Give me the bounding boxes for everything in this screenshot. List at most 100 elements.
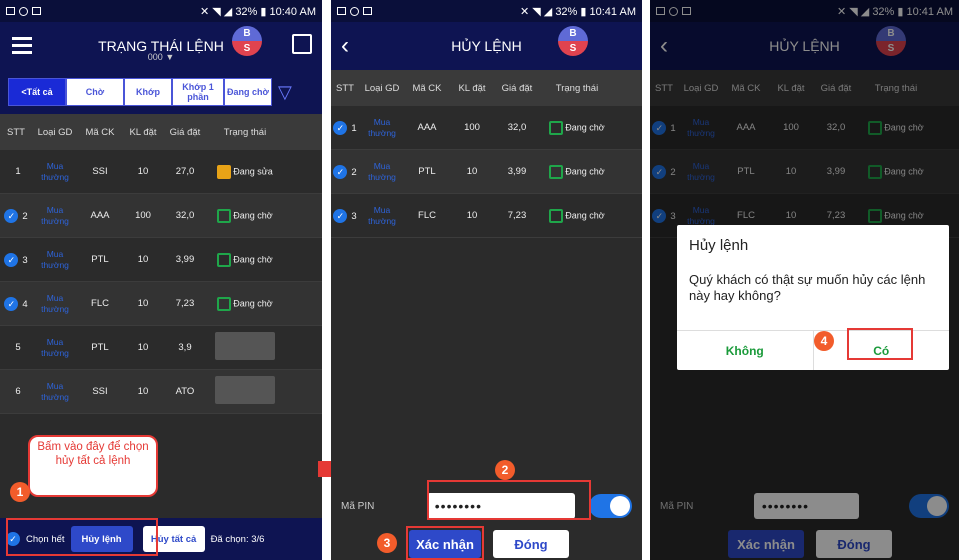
no-button[interactable]: Không xyxy=(677,331,814,370)
row-stt-cell: ✓ 2 xyxy=(0,208,32,223)
filter-icon[interactable]: ▽ xyxy=(278,82,292,103)
app-bar: TRẠNG THÁI LỆNH 000 ▼ BS xyxy=(0,22,322,70)
row-code: FLC xyxy=(418,210,436,221)
row-qty: 10 xyxy=(137,342,149,353)
order-list: 1 Mua thường SSI 10 27,0 Đang sửa ✓ 2 Mua thường… xyxy=(0,150,322,414)
row-qty-cell: 100 xyxy=(122,210,164,221)
col-code: Mã CK xyxy=(85,126,115,138)
row-type-cell: Mua thường xyxy=(32,161,78,183)
row-price: 32,0 xyxy=(507,122,527,133)
table-row[interactable]: 1 Mua thường SSI 10 27,0 Đang sửa xyxy=(0,150,322,194)
row-type: Mua thường xyxy=(41,248,69,270)
status-text: Đang chờ xyxy=(565,210,605,221)
col-type: Loại GD xyxy=(37,126,73,138)
row-qty-cell: 10 xyxy=(122,254,164,265)
tab-matched[interactable]: Khớp xyxy=(124,78,172,106)
hourglass-icon xyxy=(549,164,564,179)
table-row[interactable]: ✓ 1 Mua thường AAA 100 32,0 Đang chờ xyxy=(331,106,642,150)
table-row[interactable]: ✓ 3 Mua thường FLC 10 7,23 Đang chờ xyxy=(331,194,642,238)
row-code-cell: FLC xyxy=(78,298,122,309)
row-price-cell: 32,0 xyxy=(495,122,539,133)
row-price-cell: 7,23 xyxy=(495,210,539,221)
row-type-cell: Mua thường xyxy=(32,337,78,359)
account-selector[interactable]: 000 ▼ xyxy=(0,52,322,62)
table-row[interactable]: ✓ 2 Mua thường PTL 10 3,99 Đang chờ xyxy=(331,150,642,194)
row-checkbox[interactable]: ✓ xyxy=(333,120,348,135)
row-qty: 10 xyxy=(466,210,478,221)
row-price-cell: 3,99 xyxy=(495,166,539,177)
row-code: AAA xyxy=(90,210,110,221)
row-index: 5 xyxy=(15,342,21,353)
buy-sell-avatar[interactable]: BS xyxy=(558,26,588,56)
pin-label: Mã PIN xyxy=(341,500,375,512)
row-checkbox[interactable]: ✓ xyxy=(4,208,19,223)
row-price-cell: 27,0 xyxy=(164,166,206,177)
back-icon[interactable]: ‹ xyxy=(341,32,349,60)
hint-callout: Bấm vào đây để chọn hủy tất cả lệnh xyxy=(28,435,158,497)
table-row[interactable]: 5 Mua thường PTL 10 3,9 xyxy=(0,326,322,370)
hourglass-icon xyxy=(549,208,564,223)
tab-partial[interactable]: Khớp 1 phần xyxy=(172,78,224,106)
row-code: PTL xyxy=(91,342,109,353)
account-number: 000 xyxy=(147,52,163,62)
tab-pending[interactable]: Chờ xyxy=(66,78,124,106)
col-type: Loại GD xyxy=(364,82,400,94)
col-price: Giá đặt xyxy=(169,126,201,138)
row-type: Mua thường xyxy=(368,204,396,226)
step-1-badge: 1 xyxy=(10,482,30,502)
buy-sell-avatar[interactable]: BS xyxy=(232,26,262,56)
screen-cancel-confirm: ✕ ◥ ◢ 32% ▮ 10:41 AM ‹ HỦY LỆNH BS STT L… xyxy=(650,0,959,560)
row-qty: 100 xyxy=(464,122,480,133)
row-qty-cell: 10 xyxy=(122,386,164,397)
close-button[interactable]: Đóng xyxy=(493,530,569,558)
clock: 10:40 AM xyxy=(269,5,316,18)
table-row[interactable]: ✓ 2 Mua thường AAA 100 32,0 Đang chờ xyxy=(0,194,322,238)
status-text: Đang chờ xyxy=(233,298,273,309)
row-stt-cell: 6 xyxy=(0,386,32,397)
blurred-status xyxy=(215,332,275,360)
row-type-cell: Mua thường xyxy=(359,161,405,183)
row-code: SSI xyxy=(92,386,108,397)
table-row[interactable]: 6 Mua thường SSI 10 ATO xyxy=(0,370,322,414)
highlight-box xyxy=(6,518,158,556)
row-checkbox[interactable]: ✓ xyxy=(4,296,19,311)
table-row[interactable]: ✓ 4 Mua thường FLC 10 7,23 Đang chờ xyxy=(0,282,322,326)
row-qty-cell: 100 xyxy=(449,122,495,133)
hourglass-icon xyxy=(217,296,232,311)
row-status-cell: Đang chờ xyxy=(539,208,615,223)
share-icon[interactable] xyxy=(292,34,312,54)
row-index: 1 xyxy=(351,122,357,134)
blurred-status xyxy=(215,376,275,404)
row-price-cell: 32,0 xyxy=(164,210,206,221)
row-checkbox[interactable]: ✓ xyxy=(333,208,348,223)
row-code-cell: AAA xyxy=(405,122,449,133)
row-qty-cell: 10 xyxy=(449,210,495,221)
row-qty: 10 xyxy=(137,166,149,177)
row-type-cell: Mua thường xyxy=(32,205,78,227)
row-status-cell xyxy=(206,376,284,407)
sell-label: S xyxy=(558,41,588,56)
row-type: Mua thường xyxy=(41,336,69,358)
table-header: STT Loại GD Mã CK KL đặt Giá đặt Trạng t… xyxy=(331,70,642,106)
row-checkbox[interactable]: ✓ xyxy=(4,252,19,267)
app-bar: ‹ HỦY LỆNH BS xyxy=(331,22,642,70)
save-pin-toggle[interactable] xyxy=(589,494,632,518)
highlight-box xyxy=(847,328,913,360)
tab-all[interactable]: <Tất cả xyxy=(8,78,66,106)
row-price: 27,0 xyxy=(175,166,195,177)
row-code-cell: SSI xyxy=(78,386,122,397)
status-text: Đang chờ xyxy=(565,122,605,133)
tab-waiting[interactable]: Đang chờ xyxy=(224,78,272,106)
table-row[interactable]: ✓ 3 Mua thường PTL 10 3,99 Đang chờ xyxy=(0,238,322,282)
gallery-icon xyxy=(337,7,346,15)
row-type: Mua thường xyxy=(41,160,69,182)
row-code: PTL xyxy=(418,166,436,177)
status-text: Đang chờ xyxy=(233,210,273,221)
row-index: 4 xyxy=(22,298,28,310)
battery-level: 32% xyxy=(555,5,578,18)
row-checkbox[interactable]: ✓ xyxy=(333,164,348,179)
row-status-cell: Đang chờ xyxy=(539,164,615,179)
status-bar: ✕ ◥ ◢ 32% ▮ 10:41 AM xyxy=(331,0,642,22)
row-code-cell: FLC xyxy=(405,210,449,221)
col-stt: STT xyxy=(336,82,354,94)
